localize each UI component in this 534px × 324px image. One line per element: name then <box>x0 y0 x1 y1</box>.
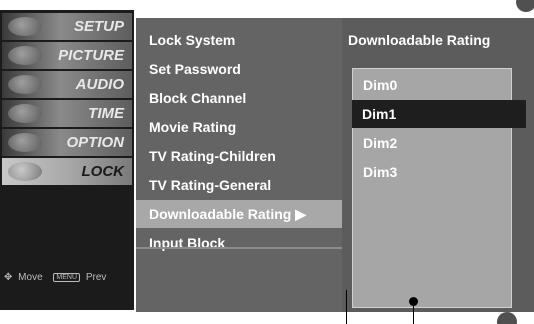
lock-menu: Lock System Set Password Block Channel M… <box>136 18 342 312</box>
category-label: LOCK <box>81 163 125 180</box>
rating-option-dim0[interactable]: Dim0 <box>353 71 511 99</box>
leader-line <box>413 303 414 324</box>
hint-move-label: Move <box>18 272 43 283</box>
menu-item-tv-rating-children[interactable]: TV Rating-Children <box>136 142 342 170</box>
hint-prev-label: Prev <box>85 272 107 283</box>
option-icon <box>8 133 42 152</box>
time-icon <box>8 104 42 123</box>
category-audio[interactable]: AUDIO <box>2 71 132 98</box>
category-sidebar: SETUP PICTURE AUDIO TIME OPTION LOCK ✥ M… <box>0 10 134 310</box>
picture-icon <box>8 46 42 65</box>
lock-icon <box>8 162 42 181</box>
menu-item-input-block[interactable]: Input Block <box>136 229 342 257</box>
navigation-hint: ✥ Move MENU Prev <box>4 272 130 292</box>
callout-marker-top <box>516 0 534 12</box>
rating-option-dim3[interactable]: Dim3 <box>353 158 511 186</box>
category-picture[interactable]: PICTURE <box>2 42 132 69</box>
submenu-title: Downloadable Rating <box>348 32 491 48</box>
category-label: AUDIO <box>75 76 124 93</box>
menu-key-badge: MENU <box>53 273 81 282</box>
category-label: OPTION <box>66 134 124 151</box>
category-label: SETUP <box>73 18 124 35</box>
top-margin <box>0 0 534 10</box>
menu-item-set-password[interactable]: Set Password <box>136 55 342 83</box>
setup-icon <box>8 17 42 36</box>
tv-menu-screen: SETUP PICTURE AUDIO TIME OPTION LOCK ✥ M… <box>0 0 534 324</box>
rating-option-dim2[interactable]: Dim2 <box>353 129 511 157</box>
leader-line <box>346 290 347 324</box>
menu-item-movie-rating[interactable]: Movie Rating <box>136 113 342 141</box>
menu-item-block-channel[interactable]: Block Channel <box>136 84 342 112</box>
callout-marker-bottom <box>497 312 517 324</box>
menu-item-tv-rating-general[interactable]: TV Rating-General <box>136 171 342 199</box>
menu-item-downloadable-rating[interactable]: Downloadable Rating ▶ <box>136 200 342 228</box>
rating-options-list: Dim0 Dim1 Dim2 Dim3 <box>352 68 526 308</box>
rating-option-dim1[interactable]: Dim1 <box>352 100 526 128</box>
category-setup[interactable]: SETUP <box>2 13 132 40</box>
category-lock[interactable]: LOCK <box>2 158 132 185</box>
category-label: TIME <box>88 105 124 122</box>
category-time[interactable]: TIME <box>2 100 132 127</box>
category-label: PICTURE <box>58 47 124 64</box>
category-option[interactable]: OPTION <box>2 129 132 156</box>
downloadable-rating-panel: Downloadable Rating Dim0 Dim1 Dim2 Dim3 <box>342 18 534 312</box>
menu-item-lock-system[interactable]: Lock System <box>136 26 342 54</box>
audio-icon <box>8 75 42 94</box>
move-arrows-icon: ✥ <box>4 272 13 283</box>
